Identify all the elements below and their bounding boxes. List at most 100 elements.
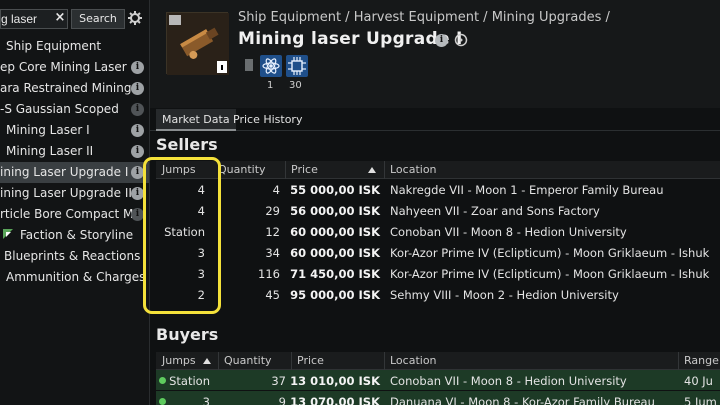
column-header-jumps[interactable]: Jumps: [162, 163, 196, 176]
jumps-cell: 3: [202, 395, 210, 405]
attribute-value: 30: [289, 80, 302, 91]
sellers-header-row: Jumps Quantity Price Location: [156, 161, 720, 179]
sidebar-item[interactable]: ep Core Mining Laser i: [0, 57, 149, 78]
sidebar-item[interactable]: ining Laser Upgrade II i: [0, 183, 149, 204]
quantity-cell: 29: [265, 204, 280, 218]
column-header-quantity[interactable]: Quantity: [218, 163, 266, 176]
page-title: Mining laser Upgrade I: [238, 29, 463, 49]
sidebar-item[interactable]: Faction & Storyline: [0, 225, 149, 246]
seller-row[interactable]: 3 34 60 000,00 ISK Kor-Azor Prime IV (Eclip…: [156, 242, 720, 263]
sidebar-item[interactable]: Ammunition & Charges: [0, 267, 149, 288]
location-cell[interactable]: Kor-Azor Prime IV (Eclipticum) - Moon Gr…: [390, 246, 709, 260]
market-details-panel: Ship Equipment / Harvest Equipment / Min…: [150, 0, 720, 405]
info-icon[interactable]: i: [131, 61, 144, 74]
buyer-row[interactable]: 3 9 13 070,00 ISK Danuana VI - Moon 8 - Kor…: [156, 391, 720, 405]
sidebar-item-label: ep Core Mining Laser: [0, 60, 127, 74]
location-cell[interactable]: Nakregde VII - Moon 1 - Emperor Family B…: [390, 183, 663, 197]
jumps-cell: 4: [197, 183, 205, 197]
price-cell: 95 000,00 ISK: [290, 288, 380, 302]
buyer-row[interactable]: Station 37 13 010,00 ISK Conoban VII - Moon…: [156, 370, 720, 391]
sidebar-item-label: -S Gaussian Scoped: [0, 102, 119, 116]
price-cell: 71 450,00 ISK: [290, 267, 380, 281]
info-icon[interactable]: i: [131, 103, 144, 116]
sidebar-item-label: Ammunition & Charges: [6, 270, 146, 284]
search-button[interactable]: Search: [71, 9, 125, 29]
sort-ascending-icon[interactable]: [203, 358, 211, 364]
location-cell[interactable]: Danuana VI - Moon 8 - Kor-Azor Family Bu…: [390, 395, 655, 405]
sort-ascending-icon[interactable]: [368, 167, 376, 173]
jumps-cell: 4: [197, 204, 205, 218]
clear-search-icon[interactable]: ×: [53, 11, 67, 25]
range-cell: 40 Ju: [684, 374, 713, 388]
location-cell[interactable]: Conoban VII - Moon 8 - Hedion University: [390, 225, 627, 239]
column-header-jumps[interactable]: Jumps: [162, 354, 196, 367]
column-header-range[interactable]: Range: [684, 354, 719, 367]
sidebar-item[interactable]: Ship Equipment: [0, 36, 149, 57]
column-header-quantity[interactable]: Quantity: [224, 354, 272, 367]
info-icon[interactable]: i: [435, 34, 448, 47]
range-cell: 5 Jum: [684, 395, 717, 405]
price-cell: 13 010,00 ISK: [290, 374, 380, 388]
info-icon[interactable]: i: [131, 124, 144, 137]
sidebar-item-label: Ship Equipment: [6, 39, 102, 53]
info-icon[interactable]: i: [131, 208, 144, 221]
sidebar-item[interactable]: rticle Bore Compact Mi: [0, 204, 149, 225]
sidebar-item[interactable]: -S Gaussian Scoped i: [0, 99, 149, 120]
sidebar-item-label: rticle Bore Compact M: [0, 207, 134, 221]
location-cell[interactable]: Sehmy VIII - Moon 2 - Hedion University: [390, 288, 619, 302]
quantity-cell: 4: [272, 183, 280, 197]
info-icon[interactable]: i: [131, 145, 144, 158]
sidebar-item[interactable]: Blueprints & Reactions: [0, 246, 149, 267]
quantity-cell: 9: [278, 395, 286, 405]
location-cell[interactable]: Conoban VII - Moon 8 - Hedion University: [390, 374, 627, 388]
quantity-cell: 12: [265, 225, 280, 239]
info-icon[interactable]: i: [131, 187, 144, 200]
tab-bar: Market Data Price History: [150, 109, 720, 131]
seller-row[interactable]: 4 4 55 000,00 ISK Nakregde VII - Moon 1 - E…: [156, 179, 720, 200]
quantity-cell: 34: [265, 246, 280, 260]
seller-row[interactable]: 4 29 56 000,00 ISK Nahyeen VII - Zoar and S…: [156, 200, 720, 221]
tab-market-data[interactable]: Market Data: [156, 109, 236, 131]
sidebar-item[interactable]: Mining Laser I i: [0, 120, 149, 141]
column-header-price[interactable]: Price: [291, 163, 318, 176]
quantity-cell: 45: [265, 288, 280, 302]
buyers-header-row: Jumps Quantity Price Location Range: [156, 352, 720, 370]
column-header-location[interactable]: Location: [390, 354, 437, 367]
location-cell[interactable]: Nahyeen VII - Zoar and Sons Factory: [390, 204, 600, 218]
faction-icon: [3, 229, 13, 239]
sidebar-item[interactable]: Mining Laser II i: [0, 141, 149, 162]
seller-row[interactable]: 2 45 95 000,00 ISK Sehmy VIII - Moon 2 - He…: [156, 284, 720, 305]
item-icon[interactable]: [166, 12, 229, 75]
column-header-price[interactable]: Price: [297, 354, 324, 367]
jumps-cell: 3: [197, 246, 205, 260]
info-icon[interactable]: i: [131, 166, 144, 179]
price-cell: 55 000,00 ISK: [290, 183, 380, 197]
sidebar-item[interactable]: ining Laser Upgrade Ii: [0, 162, 149, 183]
jumps-cell: Station: [164, 225, 205, 239]
buyers-table: Jumps Quantity Price Location Range Stat…: [156, 352, 720, 405]
price-cell: 56 000,00 ISK: [290, 204, 380, 218]
quantity-cell: 37: [271, 374, 286, 388]
tab-price-history[interactable]: Price History: [227, 109, 308, 131]
info-icon[interactable]: i: [131, 82, 144, 95]
chip-icon: [286, 55, 308, 77]
attribute-value: 1: [267, 80, 274, 91]
sidebar-item-label: Blueprints & Reactions: [4, 249, 141, 263]
search-bar: × Search: [0, 8, 149, 30]
sidebar-item[interactable]: ara Restrained Mining i: [0, 78, 149, 99]
gear-icon[interactable]: [128, 11, 142, 25]
crosshair-icon[interactable]: [454, 33, 468, 47]
jumps-cell: 3: [197, 267, 205, 281]
item-attributes: 1 30: [244, 55, 324, 95]
document-icon: [245, 59, 253, 71]
seller-row[interactable]: 3 116 71 450,00 ISK Kor-Azor Prime IV (Ecli…: [156, 263, 720, 284]
sidebar-item-label: Mining Laser I: [6, 123, 90, 137]
market-group-tree: Ship Equipment ep Core Mining Laser i ara R…: [0, 36, 149, 288]
location-cell[interactable]: Kor-Azor Prime IV (Eclipticum) - Moon Gr…: [390, 267, 709, 281]
column-header-location[interactable]: Location: [390, 163, 437, 176]
sidebar-item-label: ining Laser Upgrade I: [0, 165, 129, 179]
seller-row[interactable]: Station 12 60 000,00 ISK Conoban VII - Moon…: [156, 221, 720, 242]
market-browser-sidebar: × Search Ship Equipment ep Core Mining La…: [0, 0, 150, 405]
price-cell: 60 000,00 ISK: [290, 225, 380, 239]
sidebar-item-label: ining Laser Upgrade II: [0, 186, 132, 200]
